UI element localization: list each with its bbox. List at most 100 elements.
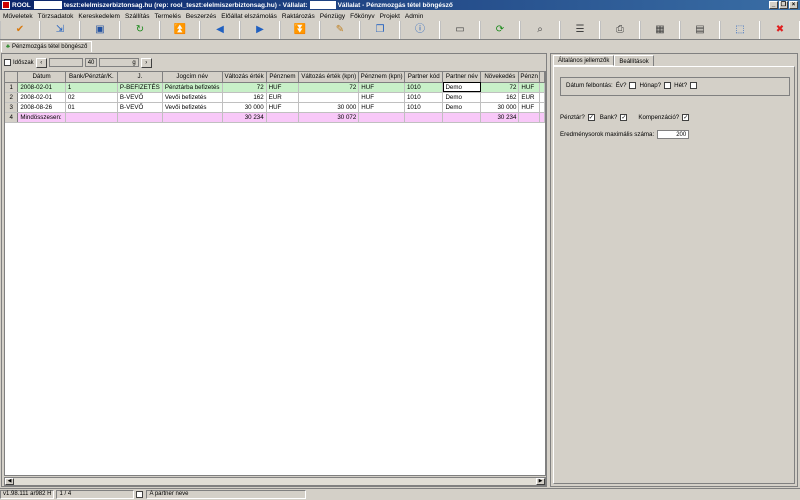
- horizontal-scrollbar[interactable]: ◀ ▶: [4, 477, 546, 486]
- year-checkbox[interactable]: [629, 82, 637, 89]
- column-header[interactable]: Növekedés: [480, 72, 520, 83]
- report-button[interactable]: ⎙: [600, 21, 640, 39]
- minimize-icon[interactable]: _: [769, 1, 778, 9]
- menu-item[interactable]: Projekt: [380, 13, 400, 20]
- table-cell[interactable]: [298, 92, 360, 103]
- status-checkbox[interactable]: [136, 490, 144, 498]
- table-cell[interactable]: HUF: [266, 82, 300, 93]
- table-cell[interactable]: HUF: [358, 102, 405, 113]
- table-cell[interactable]: 30 000: [480, 102, 520, 113]
- close-button[interactable]: ✖: [760, 21, 800, 39]
- period-checkbox[interactable]: [4, 59, 11, 66]
- copy-button[interactable]: ❐: [360, 21, 400, 39]
- table-cell[interactable]: 72: [222, 82, 267, 93]
- menu-item[interactable]: Pénzügy: [320, 13, 345, 20]
- column-header[interactable]: Változás érték: [222, 72, 267, 83]
- table-cell[interactable]: HUF: [518, 82, 540, 93]
- table-cell[interactable]: B-VEVŐ: [117, 92, 163, 103]
- table-cell[interactable]: [442, 112, 482, 123]
- table-cell[interactable]: 1010: [404, 82, 444, 93]
- table-cell[interactable]: B-VEVŐ: [117, 102, 163, 113]
- week-checkbox[interactable]: [690, 82, 698, 89]
- prev-button[interactable]: ◀: [200, 21, 240, 39]
- table-cell[interactable]: 1010: [404, 102, 444, 113]
- column-header[interactable]: Dátum: [17, 72, 66, 83]
- menu-item[interactable]: Termelés: [155, 13, 181, 20]
- next-button[interactable]: ▶: [240, 21, 280, 39]
- column-header[interactable]: Pénzn: [518, 72, 540, 83]
- row-number[interactable]: 3: [5, 102, 19, 113]
- table-cell[interactable]: 30 000: [298, 102, 360, 113]
- table-cell[interactable]: Vevői befizetés: [162, 92, 223, 103]
- compensation-checkbox[interactable]: [682, 114, 690, 121]
- column-header[interactable]: Bank/Pénztár/K.: [65, 72, 118, 83]
- period-mid-input[interactable]: 40: [84, 58, 97, 67]
- menu-item[interactable]: Műveletek: [3, 13, 33, 20]
- table-row[interactable]: 2 2008-02-01 02 B-VEVŐ Vevői befizetés 162 EUR…: [5, 92, 545, 103]
- table-cell[interactable]: Demo: [442, 102, 482, 113]
- window-button[interactable]: ▭: [440, 21, 480, 39]
- table-cell[interactable]: 30 234: [480, 112, 520, 123]
- tab-general[interactable]: Általános jellemzők: [553, 55, 615, 66]
- first-button[interactable]: ⏫: [160, 21, 200, 39]
- table-cell[interactable]: 1010: [404, 92, 444, 103]
- export-button[interactable]: ⇲: [40, 21, 80, 39]
- menu-item[interactable]: Kereskedelem: [78, 13, 120, 20]
- scroll-left-icon[interactable]: ◀: [5, 478, 14, 485]
- column-header[interactable]: Pénznem (kpn): [358, 72, 405, 83]
- month-checkbox[interactable]: [664, 82, 672, 89]
- table-cell[interactable]: [404, 112, 444, 123]
- table-cell[interactable]: 01: [65, 102, 118, 113]
- ok-button[interactable]: ✔: [0, 21, 40, 39]
- menu-item[interactable]: Főkönyv: [350, 13, 375, 20]
- table-cell[interactable]: HUF: [358, 92, 405, 103]
- table-button[interactable]: ▤: [680, 21, 720, 39]
- grid-button[interactable]: ▦: [640, 21, 680, 39]
- table-cell[interactable]: HUF: [266, 102, 300, 113]
- table-row[interactable]: 3 2008-08-26 01 B-VEVŐ Vevői befizetés 30 000…: [5, 102, 545, 113]
- row-number[interactable]: 2: [5, 92, 19, 103]
- table-cell[interactable]: Mindösszesen:: [17, 112, 66, 123]
- info-button[interactable]: ⓘ: [400, 21, 440, 39]
- table-cell[interactable]: Vevői befizetés: [162, 102, 223, 113]
- save-button[interactable]: ▣: [80, 21, 120, 39]
- period-next-button[interactable]: ›: [140, 57, 152, 68]
- menu-item[interactable]: Raktározás: [282, 13, 315, 20]
- column-header[interactable]: Partner név: [442, 72, 482, 83]
- table-cell[interactable]: 72: [480, 82, 520, 93]
- menu-item[interactable]: Szállítás: [125, 13, 150, 20]
- table-cell[interactable]: 2008-08-26: [17, 102, 66, 113]
- column-header[interactable]: Pénznem: [266, 72, 300, 83]
- reload-button[interactable]: ⟳: [480, 21, 520, 39]
- period-from-input[interactable]: [48, 58, 83, 67]
- scroll-right-icon[interactable]: ▶: [536, 478, 545, 485]
- table-cell[interactable]: [65, 112, 118, 123]
- window-close-icon[interactable]: ×: [789, 1, 798, 9]
- table-cell[interactable]: [358, 112, 405, 123]
- row-number[interactable]: 4: [5, 112, 19, 123]
- table-cell[interactable]: [518, 112, 540, 123]
- summary-row[interactable]: 4 Mindösszesen: 30 234 30 072 30 234: [5, 112, 545, 123]
- table-cell[interactable]: HUF: [358, 82, 405, 93]
- table-cell[interactable]: 162: [480, 92, 520, 103]
- search-button[interactable]: ⌕: [520, 21, 560, 39]
- table-cell[interactable]: Demo: [442, 82, 482, 93]
- column-header[interactable]: J.: [117, 72, 163, 83]
- table-cell[interactable]: 2008-02-01: [17, 92, 66, 103]
- bank-checkbox[interactable]: [620, 114, 628, 121]
- table-cell[interactable]: [117, 112, 163, 123]
- table-cell[interactable]: P-BEFIZETÉS: [117, 82, 163, 93]
- row-number[interactable]: 1: [5, 82, 19, 93]
- document-tab[interactable]: ♣ Pénzmozgás tétel böngésző: [1, 41, 93, 52]
- cash-checkbox[interactable]: [587, 114, 595, 121]
- table-row[interactable]: 1 2008-02-01 1 P-BEFIZETÉS Pénztárba befizet…: [5, 82, 545, 93]
- table-cell[interactable]: 72: [298, 82, 360, 93]
- menu-item[interactable]: Törzsadatok: [38, 13, 74, 20]
- table-cell[interactable]: 30 234: [222, 112, 267, 123]
- data-grid[interactable]: Dátum Bank/Pénztár/K. J. Jogcím név Változás…: [4, 71, 546, 476]
- table-cell[interactable]: 30 000: [222, 102, 267, 113]
- table-cell[interactable]: HUF: [518, 102, 540, 113]
- table-cell[interactable]: 02: [65, 92, 118, 103]
- maximize-button[interactable]: ⬚: [720, 21, 760, 39]
- period-to-input[interactable]: g: [98, 58, 139, 67]
